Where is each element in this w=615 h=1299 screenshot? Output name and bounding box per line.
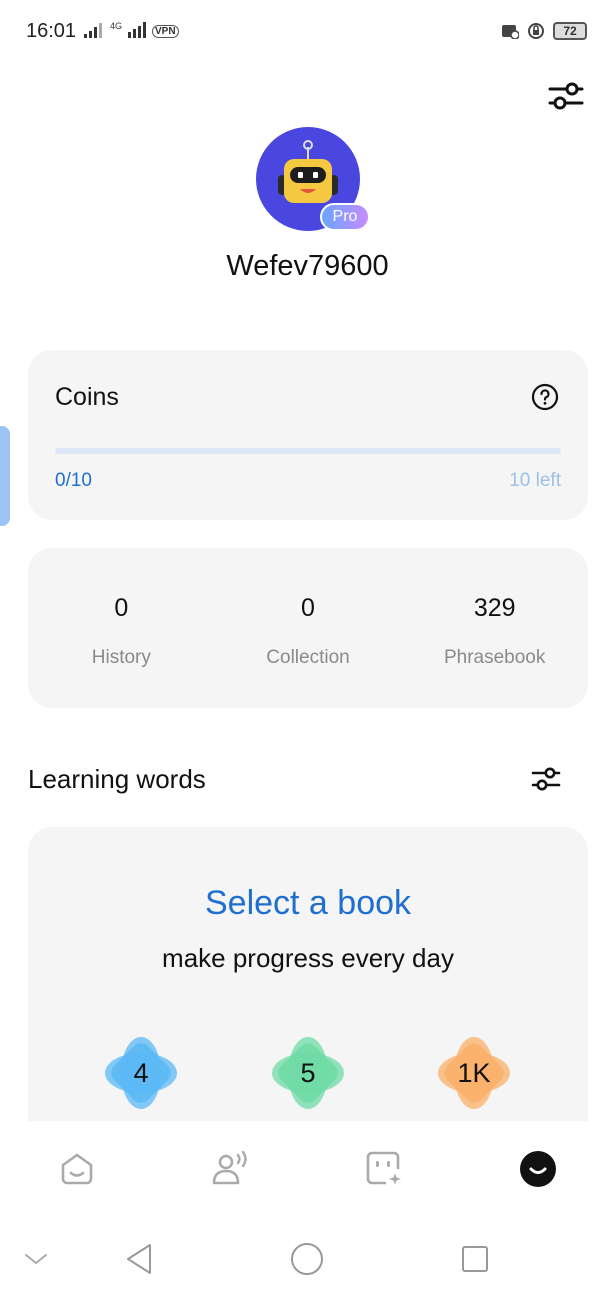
back-icon[interactable] — [122, 1241, 158, 1277]
level-badge-5[interactable]: 5 — [270, 1035, 346, 1111]
help-icon[interactable] — [531, 383, 559, 411]
stat-value: 0 — [114, 594, 129, 622]
select-book-link[interactable]: Select a book — [28, 884, 588, 923]
level-label: 1K — [457, 1057, 491, 1088]
side-drawer-handle[interactable] — [0, 426, 10, 526]
book-subtitle: make progress every day — [162, 943, 454, 973]
status-left-icons: 4G VPN — [84, 22, 179, 38]
network-type-label: 4G — [110, 21, 123, 31]
stat-collection[interactable]: 0 Collection — [215, 548, 402, 708]
voice-person-icon[interactable] — [210, 1149, 250, 1189]
status-bar: 16:01 4G VPN 72 — [0, 0, 615, 64]
username: Wefev79600 — [226, 250, 389, 282]
stat-phrasebook[interactable]: 329 Phrasebook — [401, 548, 588, 708]
signal-icon-2 — [128, 22, 147, 38]
sim-icon — [502, 25, 519, 39]
rotation-lock-icon — [528, 23, 544, 39]
bottom-nav — [0, 1121, 615, 1219]
settings-sliders-icon[interactable] — [548, 78, 584, 114]
learning-settings-icon[interactable] — [530, 764, 562, 794]
stat-history[interactable]: 0 History — [28, 548, 215, 708]
battery-level: 72 — [563, 24, 577, 38]
signal-icon — [84, 23, 102, 38]
chevron-down-icon[interactable] — [18, 1241, 54, 1277]
home-face-icon[interactable] — [57, 1149, 97, 1189]
pro-badge: Pro — [320, 203, 370, 231]
stat-label: Phrasebook — [443, 647, 546, 668]
stat-value: 0 — [301, 594, 315, 622]
coins-left-text: 10 left — [509, 470, 561, 491]
select-book-card[interactable]: Select a book make progress every day 4 … — [28, 827, 588, 1127]
profile-face-icon[interactable] — [518, 1149, 558, 1189]
level-badge-4[interactable]: 4 — [103, 1035, 179, 1111]
level-badge-1k[interactable]: 1K — [436, 1035, 512, 1111]
status-right-icons: 72 — [501, 22, 587, 40]
coins-title: Coins — [55, 383, 119, 411]
level-label: 5 — [300, 1057, 316, 1088]
recents-square-icon[interactable] — [457, 1241, 493, 1277]
learning-words-title: Learning words — [28, 764, 206, 794]
home-circle-icon[interactable] — [289, 1241, 325, 1277]
battery-icon: 72 — [553, 22, 587, 40]
status-time: 16:01 — [26, 20, 77, 42]
vpn-label: VPN — [152, 25, 179, 38]
system-nav-bar — [0, 1219, 615, 1299]
coins-card: Coins 0/10 10 left — [28, 350, 588, 520]
ai-chat-icon[interactable] — [364, 1149, 404, 1189]
stat-label: History — [91, 647, 151, 668]
level-label: 4 — [133, 1057, 149, 1088]
coins-progress-bar — [55, 448, 561, 454]
coins-progress-text: 0/10 — [55, 470, 92, 491]
stat-value: 329 — [473, 594, 516, 622]
stats-card: 0 History 0 Collection 329 Phrasebook — [28, 548, 588, 708]
stat-label: Collection — [266, 647, 350, 668]
